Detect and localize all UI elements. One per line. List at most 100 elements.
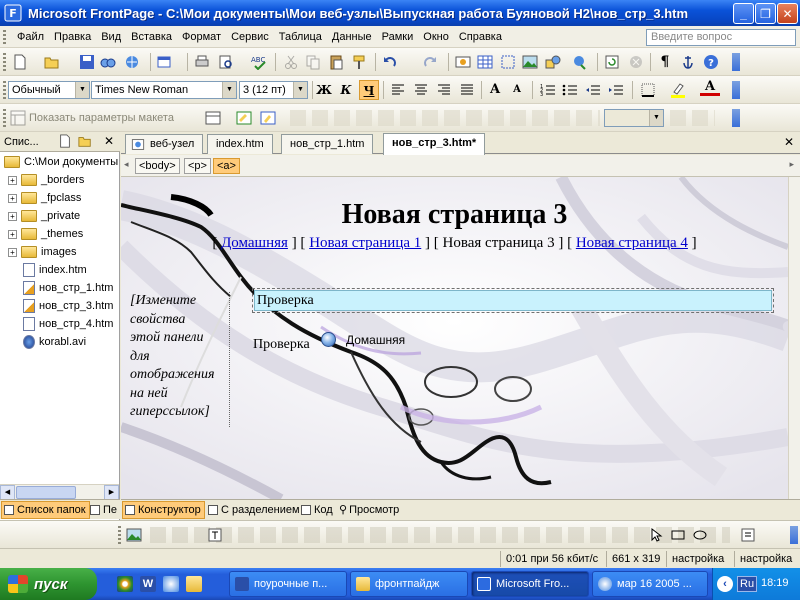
tree-item[interactable]: korabl.avi xyxy=(21,333,86,351)
minimize-button[interactable]: _ xyxy=(733,3,754,24)
textbox-icon[interactable] xyxy=(740,527,756,543)
tree-item[interactable]: index.htm xyxy=(21,261,87,279)
table-icon[interactable] xyxy=(477,54,493,70)
font-color-icon[interactable]: A xyxy=(700,78,720,96)
tree-item[interactable]: + _themes xyxy=(8,225,83,243)
scroll-left-arrow[interactable]: ◀ xyxy=(0,485,15,500)
bookmark-anchor-icon[interactable] xyxy=(680,54,696,70)
menu-view[interactable]: Вид xyxy=(96,31,126,43)
layout-table-icon[interactable] xyxy=(236,110,252,126)
folder-icon[interactable] xyxy=(186,576,202,592)
tag-p[interactable]: <p> xyxy=(184,158,211,174)
border-icon[interactable] xyxy=(640,82,656,98)
toolbar-grip[interactable] xyxy=(3,53,6,71)
search-icon[interactable] xyxy=(100,54,116,70)
media-icon[interactable] xyxy=(163,576,179,592)
tab-website[interactable]: веб-узел xyxy=(125,134,204,154)
size-combo[interactable]: 3 (12 пт) ▼ xyxy=(239,81,308,99)
shared-border-placeholder[interactable]: [Измените свойства этой панели для отобр… xyxy=(130,292,230,427)
tree-item[interactable]: + _fpclass xyxy=(8,189,81,207)
preview-icon[interactable] xyxy=(218,54,234,70)
layer-box-icon[interactable] xyxy=(500,54,516,70)
rectangle-icon[interactable] xyxy=(670,527,686,543)
tree-item[interactable]: нов_стр_1.htm xyxy=(21,279,113,297)
menu-tools[interactable]: Сервис xyxy=(226,31,274,43)
nav-link-page-4[interactable]: Новая страница 4 xyxy=(576,235,688,251)
copy-icon[interactable] xyxy=(305,54,321,70)
menu-frames[interactable]: Рамки xyxy=(377,31,419,43)
decrease-font-icon[interactable]: A xyxy=(507,80,527,100)
tree-item[interactable]: + _private xyxy=(8,207,80,225)
oval-icon[interactable] xyxy=(692,527,708,543)
expand-icon[interactable]: + xyxy=(8,211,17,221)
start-button[interactable]: пуск xyxy=(0,568,97,600)
canvas-vscrollbar[interactable] xyxy=(788,177,800,499)
tree-root[interactable]: C:\Мои документы xyxy=(4,153,118,171)
settings-status-1[interactable]: настройка xyxy=(666,551,724,567)
tree-item[interactable]: + _borders xyxy=(8,171,84,189)
tree-item[interactable]: нов_стр_4.htm xyxy=(21,315,113,333)
bold-button[interactable]: Ж xyxy=(314,80,334,100)
tab-split[interactable]: С разделением xyxy=(206,501,303,519)
nav-link-page-1[interactable]: Новая страница 1 xyxy=(309,235,421,251)
tree-item[interactable]: нов_стр_3.htm xyxy=(21,297,113,315)
menu-help[interactable]: Справка xyxy=(454,31,507,43)
font-combo[interactable]: Times New Roman ▼ xyxy=(91,81,237,99)
increase-font-icon[interactable]: A xyxy=(485,80,505,100)
scroll-thumb[interactable] xyxy=(16,486,76,499)
new-page-icon[interactable] xyxy=(12,54,28,70)
chevron-right-icon[interactable]: ▸ xyxy=(789,159,794,170)
toolbar-options-button[interactable] xyxy=(732,81,740,99)
menu-insert[interactable]: Вставка xyxy=(126,31,177,43)
hyperlink-icon[interactable] xyxy=(572,54,588,70)
draw-layout-cell-icon[interactable] xyxy=(260,110,276,126)
cut-icon[interactable] xyxy=(283,54,299,70)
select-arrow-icon[interactable] xyxy=(648,527,664,543)
tree-item[interactable]: + images xyxy=(8,243,76,261)
home-hyperlink-button[interactable]: Домашняя xyxy=(321,332,405,347)
design-canvas[interactable]: Новая страница 3 [ Домашняя ] [ Новая ст… xyxy=(121,177,788,499)
expand-icon[interactable]: + xyxy=(8,247,17,257)
help-icon[interactable]: ? xyxy=(703,54,719,70)
layer-icon[interactable] xyxy=(157,54,173,70)
paste-icon[interactable] xyxy=(328,54,344,70)
expand-icon[interactable]: + xyxy=(8,193,17,203)
increase-indent-icon[interactable] xyxy=(608,82,624,98)
folder-hscrollbar[interactable]: ◀ ▶ xyxy=(0,484,119,500)
tab-design[interactable]: Конструктор xyxy=(122,501,205,519)
tag-body[interactable]: <body> xyxy=(135,158,180,174)
undo-icon[interactable] xyxy=(382,54,398,70)
print-icon[interactable] xyxy=(194,54,210,70)
bullet-list-icon[interactable] xyxy=(562,82,578,98)
tab-code[interactable]: Код xyxy=(299,501,336,519)
underline-button[interactable]: Ч xyxy=(359,80,379,100)
picture-icon[interactable] xyxy=(522,54,538,70)
task-media[interactable]: мар 16 2005 ... xyxy=(592,571,708,597)
align-left-icon[interactable] xyxy=(390,82,406,98)
expand-icon[interactable]: + xyxy=(8,175,17,185)
tab-page-3[interactable]: нов_стр_3.htm* xyxy=(383,133,486,155)
italic-button[interactable]: К xyxy=(336,80,356,100)
toolbar-grip[interactable] xyxy=(118,526,121,544)
menu-format[interactable]: Формат xyxy=(177,31,226,43)
close-button[interactable]: ✕ xyxy=(777,3,798,24)
justify-icon[interactable] xyxy=(459,82,475,98)
tag-a[interactable]: <a> xyxy=(213,158,240,174)
toolbar-grip[interactable] xyxy=(3,81,6,99)
tab-page-1[interactable]: нов_стр_1.htm xyxy=(281,134,374,154)
settings-status-2[interactable]: настройка xyxy=(734,551,792,567)
insert-picture-icon[interactable] xyxy=(126,527,142,543)
scroll-right-arrow[interactable]: ▶ xyxy=(104,485,119,500)
task-frontpage-folder[interactable]: фронтпайдж xyxy=(350,571,468,597)
menu-window[interactable]: Окно xyxy=(418,31,454,43)
body-text[interactable]: Проверка xyxy=(253,337,310,353)
refresh-icon[interactable] xyxy=(604,54,620,70)
close-icon[interactable]: ✕ xyxy=(784,135,794,149)
maximize-button[interactable]: ❐ xyxy=(755,3,776,24)
task-lessons[interactable]: поурочные п... xyxy=(229,571,347,597)
browser-icon[interactable] xyxy=(117,576,133,592)
stop-icon[interactable] xyxy=(628,54,644,70)
decrease-indent-icon[interactable] xyxy=(585,82,601,98)
selected-text-block[interactable]: Проверка xyxy=(252,288,774,313)
expand-icon[interactable]: + xyxy=(8,229,17,239)
